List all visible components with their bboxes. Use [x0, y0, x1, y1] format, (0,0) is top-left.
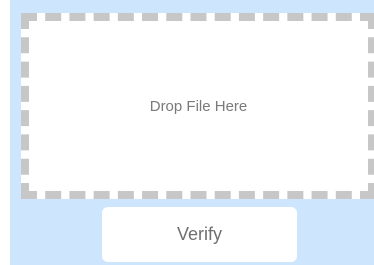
dropzone-label: Drop File Here	[149, 97, 248, 115]
verify-button[interactable]: Verify	[102, 207, 297, 262]
file-dropzone[interactable]: Drop File Here	[21, 13, 374, 199]
